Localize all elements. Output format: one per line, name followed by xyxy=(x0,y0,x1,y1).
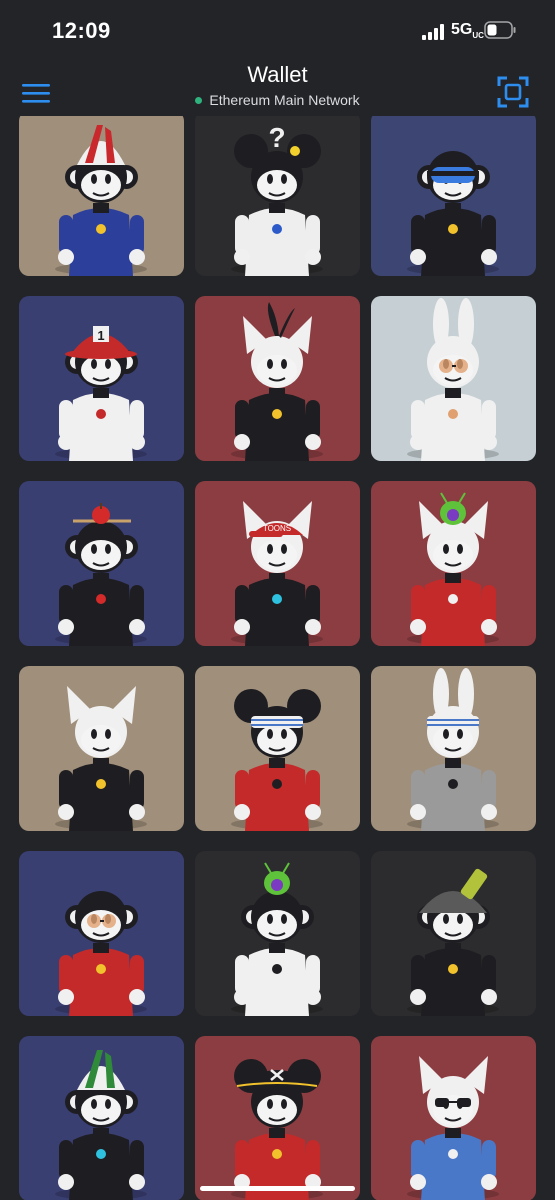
network-selector[interactable]: Ethereum Main Network xyxy=(0,92,555,108)
nft-character-image xyxy=(55,891,147,1016)
nft-character-image xyxy=(407,668,499,831)
nft-card[interactable]: TOONS xyxy=(195,481,360,646)
svg-text:TOONS: TOONS xyxy=(263,524,291,533)
cellular-signal-icon xyxy=(422,24,444,40)
nft-character-image: ? xyxy=(231,122,323,276)
network-status-dot xyxy=(195,96,203,104)
nft-character-image xyxy=(407,151,499,276)
nft-card[interactable] xyxy=(19,1036,184,1200)
battery-icon xyxy=(484,21,516,39)
nft-character-image xyxy=(407,868,499,1016)
nft-card[interactable] xyxy=(195,851,360,1016)
page-title: Wallet xyxy=(247,62,308,87)
nft-card[interactable] xyxy=(19,666,184,831)
home-indicator[interactable] xyxy=(200,1186,355,1191)
nft-character-image xyxy=(407,298,499,461)
nft-card[interactable] xyxy=(371,116,536,276)
nft-character-image xyxy=(407,1056,499,1200)
svg-text:1: 1 xyxy=(97,328,104,343)
nft-card[interactable] xyxy=(371,1036,536,1200)
nft-card[interactable]: 1 xyxy=(19,296,184,461)
nft-card[interactable] xyxy=(19,481,184,646)
network-type-indicator: 5GUC xyxy=(451,21,484,40)
nft-card[interactable]: ? xyxy=(195,116,360,276)
app-header: Wallet Ethereum Main Network xyxy=(0,60,555,116)
nft-character-image xyxy=(55,503,147,646)
svg-text:?: ? xyxy=(268,122,285,153)
status-bar: 12:09 5GUC xyxy=(0,0,555,60)
nft-card[interactable] xyxy=(371,666,536,831)
nft-character-image xyxy=(231,302,323,461)
nft-card[interactable] xyxy=(19,851,184,1016)
nft-card[interactable] xyxy=(195,666,360,831)
nft-collectibles-grid: ? 1 TOONS xyxy=(0,116,555,1200)
network-type: 5G xyxy=(451,21,473,38)
scan-qr-icon[interactable] xyxy=(497,76,529,108)
nft-character-image xyxy=(55,686,147,831)
nft-card[interactable] xyxy=(195,1036,360,1200)
nft-character-image: 1 xyxy=(55,326,147,461)
nft-card[interactable] xyxy=(371,481,536,646)
nft-character-image xyxy=(55,1050,147,1200)
nft-character-image xyxy=(231,689,323,831)
nft-character-image xyxy=(407,492,499,646)
nft-card[interactable] xyxy=(195,296,360,461)
nft-character-image xyxy=(231,1059,323,1200)
network-suffix: UC xyxy=(472,31,484,41)
nft-character-image xyxy=(55,125,147,276)
nft-card[interactable] xyxy=(371,296,536,461)
network-label: Ethereum Main Network xyxy=(209,92,360,108)
nft-character-image: TOONS xyxy=(231,501,323,646)
status-time: 12:09 xyxy=(52,18,111,43)
nft-character-image xyxy=(231,862,323,1016)
nft-card[interactable] xyxy=(19,116,184,276)
nft-card[interactable] xyxy=(371,851,536,1016)
